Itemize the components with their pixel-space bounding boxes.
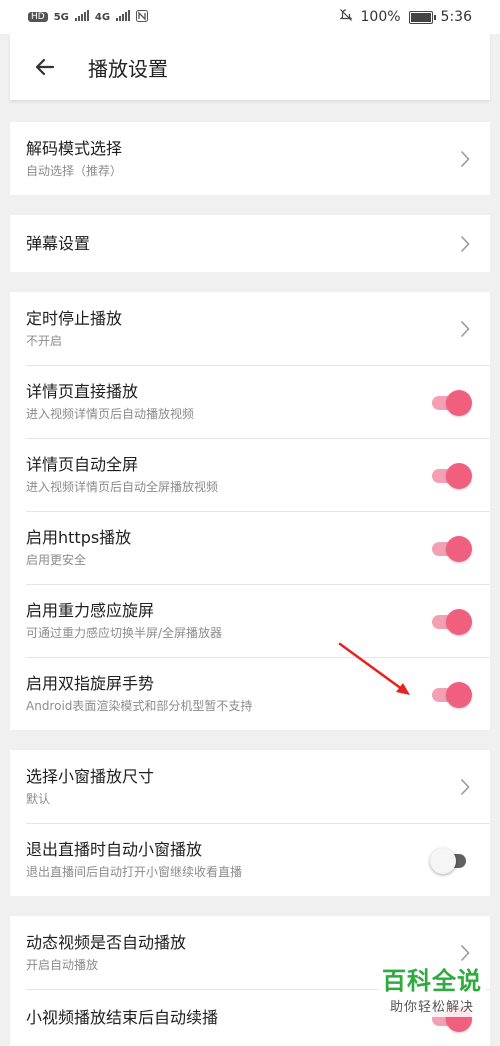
section-decode: 解码模式选择 自动选择（推荐）	[10, 122, 490, 195]
setting-title: 动态视频是否自动播放	[26, 932, 187, 952]
setting-https: 启用https播放 启用更安全	[10, 511, 490, 584]
section-danmaku: 弹幕设置	[10, 215, 490, 272]
setting-live-mini-window: 退出直播时自动小窗播放 退出直播间后自动打开小窗继续收看直播	[10, 823, 490, 896]
settings-list: 解码模式选择 自动选择（推荐） 弹幕设置 定时停止播放 不开启 详情页直接播放 …	[10, 100, 490, 1046]
setting-title: 启用https播放	[26, 527, 132, 547]
setting-subtitle: 不开启	[26, 333, 63, 348]
signal-icon	[74, 10, 89, 24]
nfc-icon	[136, 9, 149, 25]
setting-mini-window-size[interactable]: 选择小窗播放尺寸 默认	[10, 750, 490, 823]
setting-title: 解码模式选择	[26, 138, 123, 158]
signal-5g: 5G	[53, 11, 69, 23]
section-mini-window: 选择小窗播放尺寸 默认 退出直播时自动小窗播放 退出直播间后自动打开小窗继续收看…	[10, 750, 490, 896]
setting-title: 定时停止播放	[26, 308, 123, 328]
live-mini-window-toggle[interactable]	[430, 847, 472, 874]
annotation-arrow-icon	[338, 642, 410, 695]
setting-timer-stop[interactable]: 定时停止播放 不开启	[10, 292, 490, 365]
chevron-right-icon	[458, 776, 472, 798]
page-title: 播放设置	[88, 56, 168, 81]
setting-subtitle: 退出直播间后自动打开小窗继续收看直播	[26, 864, 243, 879]
setting-subtitle: 自动选择（推荐）	[26, 163, 123, 178]
setting-danmaku[interactable]: 弹幕设置	[10, 215, 490, 272]
setting-detail-fullscreen: 详情页自动全屏 进入视频详情页后自动全屏播放视频	[10, 438, 490, 511]
status-bar: HD 5G 4G 100% 5:36	[0, 0, 500, 34]
chevron-right-icon	[458, 942, 472, 964]
setting-title: 启用重力感应旋屏	[26, 600, 155, 620]
clock: 5:36	[440, 9, 472, 25]
battery-icon	[408, 10, 436, 24]
watermark-logo: 百科全说 助你轻松解决	[378, 964, 486, 1017]
setting-title: 小视频播放结束后自动续播	[26, 1007, 219, 1027]
watermark-tagline: 助你轻松解决	[389, 1000, 474, 1015]
battery-percent: 100%	[360, 9, 401, 25]
https-toggle[interactable]	[430, 535, 472, 562]
gravity-rotate-toggle[interactable]	[430, 608, 472, 635]
signal-4g: 4G	[94, 11, 111, 23]
setting-subtitle: 进入视频详情页后自动播放视频	[26, 406, 195, 421]
status-right: 100% 5:36	[339, 8, 472, 26]
hd-badge: HD	[28, 12, 48, 22]
two-finger-rotate-toggle[interactable]	[430, 681, 472, 708]
watermark-title: 百科全说	[382, 967, 482, 995]
setting-title: 退出直播时自动小窗播放	[26, 839, 203, 859]
mute-icon	[339, 8, 353, 26]
setting-subtitle: 默认	[26, 791, 51, 806]
setting-subtitle: 进入视频详情页后自动全屏播放视频	[26, 479, 219, 494]
setting-title: 选择小窗播放尺寸	[26, 766, 155, 786]
setting-subtitle: 启用更安全	[26, 552, 87, 567]
chevron-right-icon	[458, 233, 472, 255]
back-arrow-icon[interactable]	[10, 34, 80, 100]
detail-autoplay-toggle[interactable]	[430, 389, 472, 416]
setting-detail-autoplay: 详情页直接播放 进入视频详情页后自动播放视频	[10, 365, 490, 438]
app-bar: 播放设置	[10, 34, 490, 100]
detail-fullscreen-toggle[interactable]	[430, 462, 472, 489]
setting-title: 详情页直接播放	[26, 381, 139, 401]
status-left: HD 5G 4G	[28, 9, 149, 25]
signal-icon-2	[116, 10, 131, 24]
setting-decode-mode[interactable]: 解码模式选择 自动选择（推荐）	[10, 122, 490, 195]
setting-title: 详情页自动全屏	[26, 454, 139, 474]
chevron-right-icon	[458, 318, 472, 340]
chevron-right-icon	[458, 148, 472, 170]
setting-title: 弹幕设置	[26, 233, 91, 253]
